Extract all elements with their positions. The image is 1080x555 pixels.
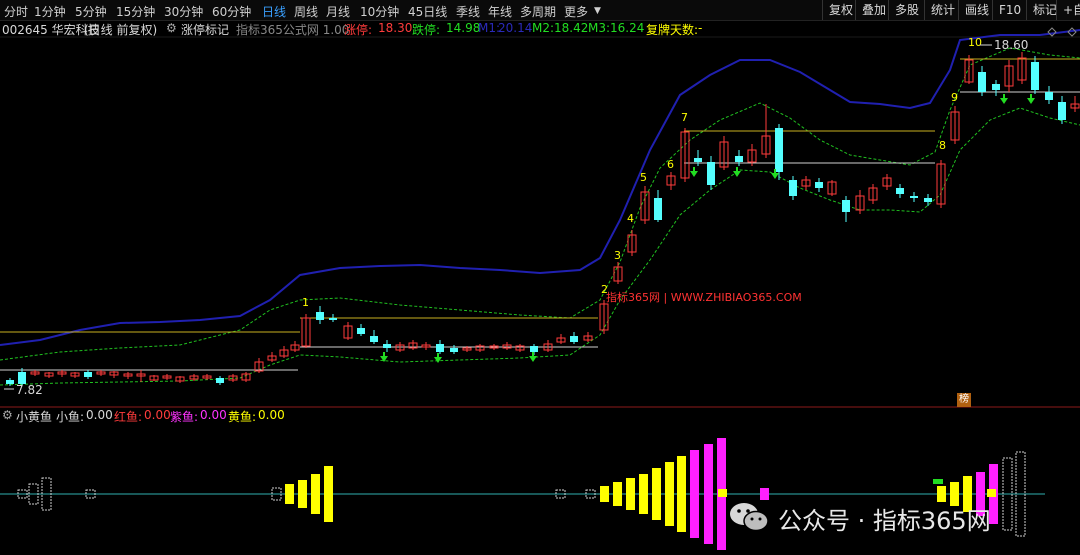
candle-body — [978, 72, 986, 92]
fish-bar — [324, 466, 333, 522]
candle-body — [910, 196, 918, 198]
wechat-icon — [730, 503, 769, 532]
down-arrow-icon — [434, 357, 442, 363]
upper-band-line — [0, 47, 1080, 361]
candle-body — [924, 198, 932, 202]
candle-body — [735, 156, 743, 162]
candle-body — [570, 336, 578, 342]
lower-band-line — [0, 107, 1080, 386]
sub-indicator-name[interactable]: 小黄鱼 — [16, 408, 52, 425]
rank-badge[interactable]: 榜 — [957, 393, 971, 407]
high-price-label: 18.60 — [994, 38, 1028, 52]
fish-marker — [933, 479, 943, 484]
huangyu-value: 0.00 — [258, 408, 285, 422]
fish-bar — [613, 482, 622, 506]
wave-count-label: 4 — [627, 212, 634, 225]
fish-bar — [600, 486, 609, 502]
sub-indicator-bar: ⚙ 小黄鱼 小鱼: 0.00 红鱼: 0.00 紫鱼: 0.00 黄鱼: 0.0… — [0, 408, 1080, 424]
huangyu-label: 黄鱼: — [228, 410, 257, 424]
down-arrow-icon — [1027, 98, 1035, 104]
candle-body — [789, 180, 797, 196]
candle-body — [216, 378, 224, 383]
wave-count-label: 3 — [614, 249, 621, 262]
fish-bar — [690, 450, 699, 538]
candle-body — [6, 380, 14, 384]
candle-body — [436, 344, 444, 352]
site-watermark: 指标365网 | WWW.ZHIBIAO365.COM — [606, 291, 802, 304]
candle-body — [316, 312, 324, 320]
candle-body — [992, 84, 1000, 90]
candle-body — [842, 200, 850, 212]
fish-bar — [285, 484, 294, 504]
candle-body — [450, 348, 458, 352]
hongyu-label: 红鱼: — [114, 410, 143, 424]
wave-count-label: 8 — [939, 139, 946, 152]
candle-body — [707, 162, 715, 185]
gear-icon[interactable]: ⚙ — [2, 408, 13, 422]
kline-chart[interactable]: 12345678910 18.607.82 — [0, 0, 1080, 555]
ma-blue-line — [0, 29, 1080, 346]
ziyu-value: 0.00 — [200, 408, 227, 422]
down-arrow-icon — [733, 171, 741, 177]
xiaoyu-label: 小鱼: — [56, 410, 85, 424]
fish-bar — [639, 474, 648, 514]
candle-body — [530, 346, 538, 352]
candle-body — [896, 188, 904, 194]
ziyu-label: 紫鱼: — [170, 410, 199, 424]
fish-bar — [311, 474, 320, 514]
fish-bar — [677, 456, 686, 532]
down-arrow-icon — [1000, 98, 1008, 104]
candle-body — [1045, 92, 1053, 100]
fish-bar — [652, 468, 661, 520]
candle-body — [329, 318, 337, 320]
fish-marker — [987, 489, 996, 497]
wechat-watermark: 公众号 · 指标365网 — [728, 497, 1058, 537]
candle-body — [775, 128, 783, 172]
candle-body — [383, 344, 391, 348]
candle-body — [815, 182, 823, 188]
wave-count-label: 1 — [302, 296, 309, 309]
low-price-label: 7.82 — [16, 383, 43, 397]
fish-bar — [704, 444, 713, 544]
hongyu-value: 0.00 — [144, 408, 171, 422]
wave-count-label: 5 — [640, 171, 647, 184]
candle-body — [1058, 102, 1066, 120]
wave-count-label: 6 — [667, 158, 674, 171]
wave-count-label: 10 — [968, 36, 982, 49]
candle-body — [84, 372, 92, 377]
candle-body — [370, 336, 378, 342]
candle-body — [654, 198, 662, 220]
candle-body — [357, 328, 365, 334]
down-arrow-icon — [771, 173, 779, 179]
candle-body — [694, 158, 702, 162]
fish-bar — [665, 462, 674, 526]
fish-marker — [718, 489, 727, 497]
fish-bar — [298, 480, 307, 508]
candle-body — [1031, 62, 1039, 90]
down-arrow-icon — [529, 356, 537, 362]
xiaoyu-value: 0.00 — [86, 408, 113, 422]
down-arrow-icon — [690, 171, 698, 177]
fish-bar — [626, 478, 635, 510]
wave-count-label: 9 — [951, 91, 958, 104]
wave-count-label: 7 — [681, 111, 688, 124]
wechat-account-text: 公众号 · 指标365网 — [778, 507, 991, 535]
